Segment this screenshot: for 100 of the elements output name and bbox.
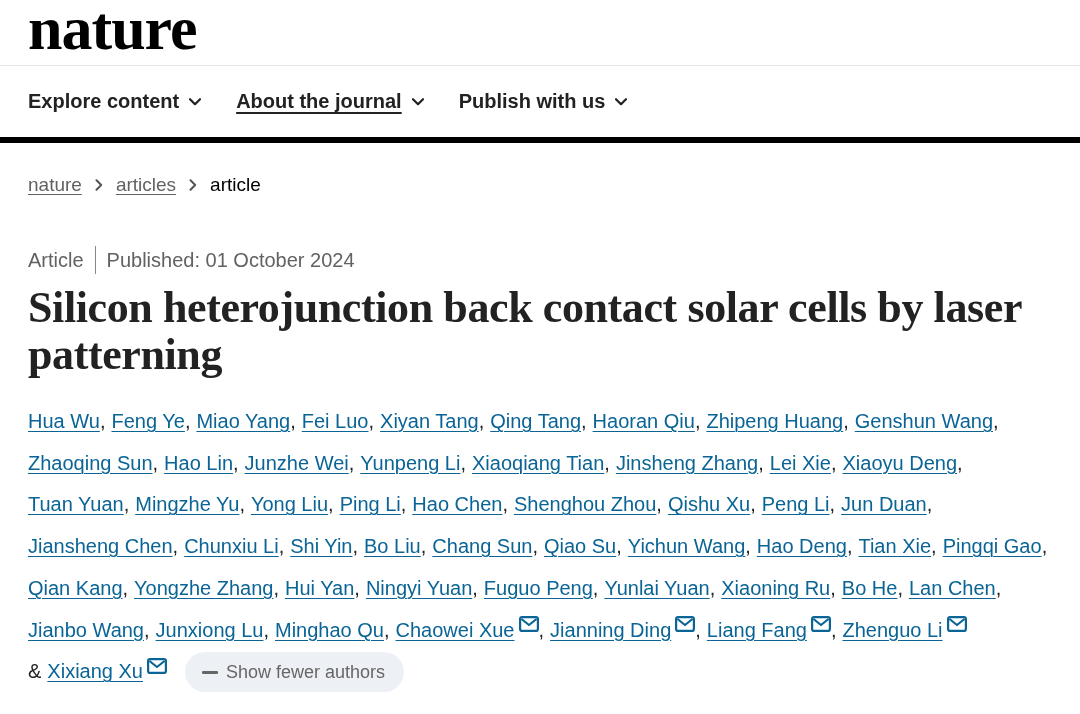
chevron-down-icon xyxy=(411,97,424,106)
article-type: Article xyxy=(28,248,84,273)
author-link[interactable]: Peng Li xyxy=(761,484,830,527)
author-link[interactable]: Tuan Yuan xyxy=(28,484,124,527)
list-separator: , xyxy=(581,409,587,434)
author-link[interactable]: Hao Lin xyxy=(164,442,234,485)
list-separator: , xyxy=(830,575,836,601)
author-link[interactable]: Hua Wu xyxy=(28,401,100,443)
author-link[interactable]: Ningyi Yuan xyxy=(365,567,473,610)
nav-menu-link[interactable]: Publish with us xyxy=(458,90,628,113)
list-separator: , xyxy=(239,492,245,518)
author-link[interactable]: Hao Chen xyxy=(412,484,503,527)
show-fewer-authors-button[interactable]: Show fewer authors xyxy=(184,652,405,693)
list-separator: , xyxy=(99,409,106,434)
list-separator: , xyxy=(460,450,466,476)
author-link[interactable]: Qishu Xu xyxy=(667,484,751,527)
author-link[interactable]: Jianbo Wang xyxy=(28,609,144,652)
author-link[interactable]: Jinsheng Zhang xyxy=(615,442,759,485)
list-separator: , xyxy=(758,450,764,476)
list-separator: , xyxy=(993,409,999,434)
author-link[interactable]: Fuguo Peng xyxy=(483,567,593,610)
mail-icon[interactable] xyxy=(675,616,696,633)
list-separator: , xyxy=(400,492,407,518)
author-link[interactable]: Lan Chen xyxy=(908,567,996,610)
breadcrumb-link[interactable]: articles xyxy=(115,173,177,197)
list-separator: , xyxy=(273,575,280,601)
list-separator: , xyxy=(1041,534,1048,560)
author-link[interactable]: Liang Fang xyxy=(706,609,807,652)
author-link[interactable]: Lei Xie xyxy=(769,442,831,485)
author-link[interactable]: Xiyan Tang xyxy=(380,401,479,443)
list-separator: , xyxy=(122,575,129,601)
author-link[interactable]: Xiaoyu Deng xyxy=(842,442,957,485)
list-separator: , xyxy=(478,409,485,434)
article-title: Silicon heterojunction back contact solar cells by laser patterning xyxy=(28,284,1023,378)
author-link[interactable]: Qing Tang xyxy=(490,401,582,443)
author-link[interactable]: Xiaoqiang Tian xyxy=(472,442,605,485)
author-link[interactable]: Chaowei Xue xyxy=(395,609,515,652)
author-link[interactable]: Chang Sun xyxy=(432,526,533,568)
list-separator: , xyxy=(616,534,622,560)
author-link[interactable]: Haoran Qiu xyxy=(592,401,695,443)
list-separator: , xyxy=(957,450,963,476)
list-separator: , xyxy=(592,575,599,601)
nav-menu-link[interactable]: About the journal xyxy=(236,90,424,113)
author-link[interactable]: Yong Liu xyxy=(250,484,329,527)
author-link[interactable]: Zhipeng Huang xyxy=(706,401,844,443)
author-link[interactable]: Yichun Wang xyxy=(627,526,746,568)
list-separator: , xyxy=(829,492,836,518)
list-separator: , xyxy=(709,575,716,601)
author-link[interactable]: Pingqi Gao xyxy=(942,526,1042,568)
chevron-down-icon xyxy=(615,97,628,106)
mail-icon[interactable] xyxy=(518,616,539,633)
list-separator: , xyxy=(278,534,285,560)
author-link[interactable]: Jun Duan xyxy=(841,484,927,527)
site-logo[interactable]: nature xyxy=(28,0,197,56)
author-link[interactable]: Xiaoning Ru xyxy=(721,567,831,610)
mail-icon[interactable] xyxy=(946,616,967,633)
list-separator: , xyxy=(830,617,837,643)
list-separator: , xyxy=(123,492,130,518)
author-link[interactable]: Qiao Su xyxy=(543,526,617,568)
author-link[interactable]: Shi Yin xyxy=(290,526,353,568)
author-link[interactable]: Zhenguo Li xyxy=(842,609,943,652)
author-link[interactable]: Jiansheng Chen xyxy=(28,526,173,568)
list-separator: , xyxy=(368,409,375,434)
author-link[interactable]: Miao Yang xyxy=(196,401,291,443)
author-link[interactable]: Junxiong Lu xyxy=(155,609,264,652)
ampersand: & xyxy=(28,659,42,685)
list-separator: , xyxy=(172,534,179,560)
author-link[interactable]: Tian Xie xyxy=(858,526,932,568)
author-link[interactable]: Hui Yan xyxy=(285,567,355,610)
author-link[interactable]: Shenghou Zhou xyxy=(513,484,657,527)
author-link[interactable]: Yunpeng Li xyxy=(360,442,461,485)
list-separator: , xyxy=(897,575,903,601)
author-link[interactable]: Fei Luo xyxy=(301,401,369,443)
mail-icon[interactable] xyxy=(146,658,167,675)
author-link[interactable]: Qian Kang xyxy=(28,567,123,610)
author-link[interactable]: Ping Li xyxy=(339,484,401,527)
author-link[interactable]: Yongzhe Zhang xyxy=(134,567,274,610)
author-link[interactable]: Xixiang Xu xyxy=(47,651,143,693)
author-link[interactable]: Junzhe Wei xyxy=(244,442,349,485)
author-link[interactable]: Yunlai Yuan xyxy=(604,567,710,610)
author-link[interactable]: Bo He xyxy=(841,567,898,610)
breadcrumb-link[interactable]: nature xyxy=(28,173,82,197)
author-link[interactable]: Minghao Qu xyxy=(275,609,384,652)
author-link[interactable]: Mingzhe Yu xyxy=(135,484,240,527)
list-separator: , xyxy=(656,492,662,518)
author-link[interactable]: Hao Deng xyxy=(756,526,847,568)
author-link[interactable]: Chunxiu Li xyxy=(184,526,279,568)
nav-menu-link[interactable]: Explore content xyxy=(28,90,202,113)
list-separator: , xyxy=(328,492,334,518)
list-separator: , xyxy=(354,575,360,601)
chevron-right-icon xyxy=(189,179,198,191)
list-separator: , xyxy=(144,617,150,643)
author-link[interactable]: Genshun Wang xyxy=(854,401,993,443)
author-link[interactable]: Jianning Ding xyxy=(550,609,672,652)
author-link[interactable]: Zhaoqing Sun xyxy=(28,442,153,485)
mail-icon[interactable] xyxy=(810,616,831,633)
list-separator: , xyxy=(830,450,837,476)
list-separator: , xyxy=(348,450,355,476)
author-link[interactable]: Bo Liu xyxy=(364,526,421,568)
author-link[interactable]: Feng Ye xyxy=(111,401,185,443)
